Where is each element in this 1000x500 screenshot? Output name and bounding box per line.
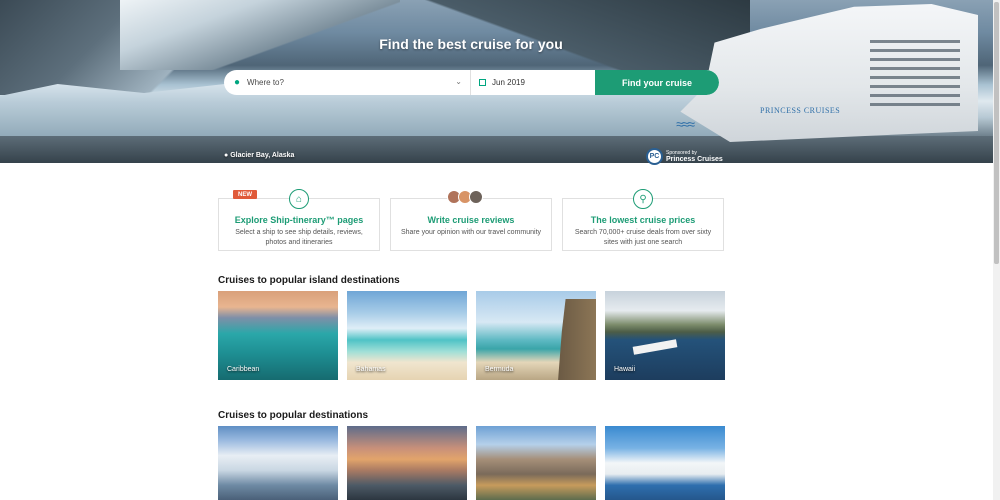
destination-tile-hawaii[interactable]: Hawaii [605, 291, 725, 380]
hero-title: Find the best cruise for you [379, 36, 563, 52]
scrollbar-thumb[interactable] [994, 2, 999, 264]
feature-description: Search 70,000+ cruise deals from over si… [574, 229, 712, 246]
hero-location-caption: ● Glacier Bay, Alaska [224, 152, 295, 159]
tile-boat-shape [632, 339, 678, 355]
ship-icon: ⌂ [289, 189, 309, 209]
feature-card-reviews[interactable]: Write cruise reviews Share your opinion … [390, 198, 552, 251]
destination-tile[interactable] [476, 426, 596, 500]
feature-title: The lowest cruise prices [590, 215, 696, 225]
ship-wave-logo-icon: ≈≈≈ [676, 116, 695, 132]
destination-tile[interactable] [605, 426, 725, 500]
island-section-title: Cruises to popular island destinations [218, 275, 400, 286]
new-badge: NEW [233, 190, 257, 199]
feature-title: Write cruise reviews [427, 215, 515, 225]
feature-title: Explore Ship-tinerary™ pages [234, 215, 364, 225]
tile-label: Bahamas [356, 366, 386, 373]
find-cruise-button[interactable]: Find your cruise [595, 70, 719, 95]
sponsor-name: Princess Cruises [666, 155, 723, 163]
tile-label: Caribbean [227, 366, 260, 373]
date-value: Jun 2019 [492, 78, 525, 87]
destination-tile-bermuda[interactable]: Bermuda [476, 291, 596, 380]
sponsor-badge[interactable]: PC Sponsored by Princess Cruises [646, 148, 723, 165]
princess-cruises-logo-icon: PC [646, 148, 663, 165]
hero-ship-name: PRINCESS CRUISES [760, 106, 841, 115]
destination-tile[interactable] [347, 426, 467, 500]
hero-water [0, 136, 993, 163]
avatar [469, 190, 483, 204]
destination-select[interactable]: ● Where to? ⌄ [224, 70, 471, 95]
tile-rock-shape [558, 299, 596, 380]
date-select[interactable]: Jun 2019 [471, 70, 595, 95]
tile-label: Bermuda [485, 366, 514, 373]
destination-tile[interactable] [218, 426, 338, 500]
destinations-section-title: Cruises to popular destinations [218, 410, 369, 421]
destination-tile-bahamas[interactable]: Bahamas [347, 291, 467, 380]
calendar-icon [479, 79, 486, 86]
location-pin-icon: ● [234, 77, 241, 88]
destination-tile-caribbean[interactable]: Caribbean [218, 291, 338, 380]
feature-description: Select a ship to see ship details, revie… [235, 229, 363, 246]
page-scrollbar[interactable] [993, 0, 1000, 500]
destination-placeholder: Where to? [247, 78, 284, 87]
feature-description: Share your opinion with our travel commu… [400, 229, 542, 236]
chevron-down-icon: ⌄ [455, 77, 462, 86]
reviewer-avatars [447, 190, 483, 204]
search-icon: ⚲ [633, 189, 653, 209]
hero-caption-text: Glacier Bay, Alaska [230, 152, 295, 159]
cruise-search-bar: ● Where to? ⌄ Jun 2019 Find your cruise [224, 70, 719, 95]
tile-label: Hawaii [614, 366, 636, 373]
